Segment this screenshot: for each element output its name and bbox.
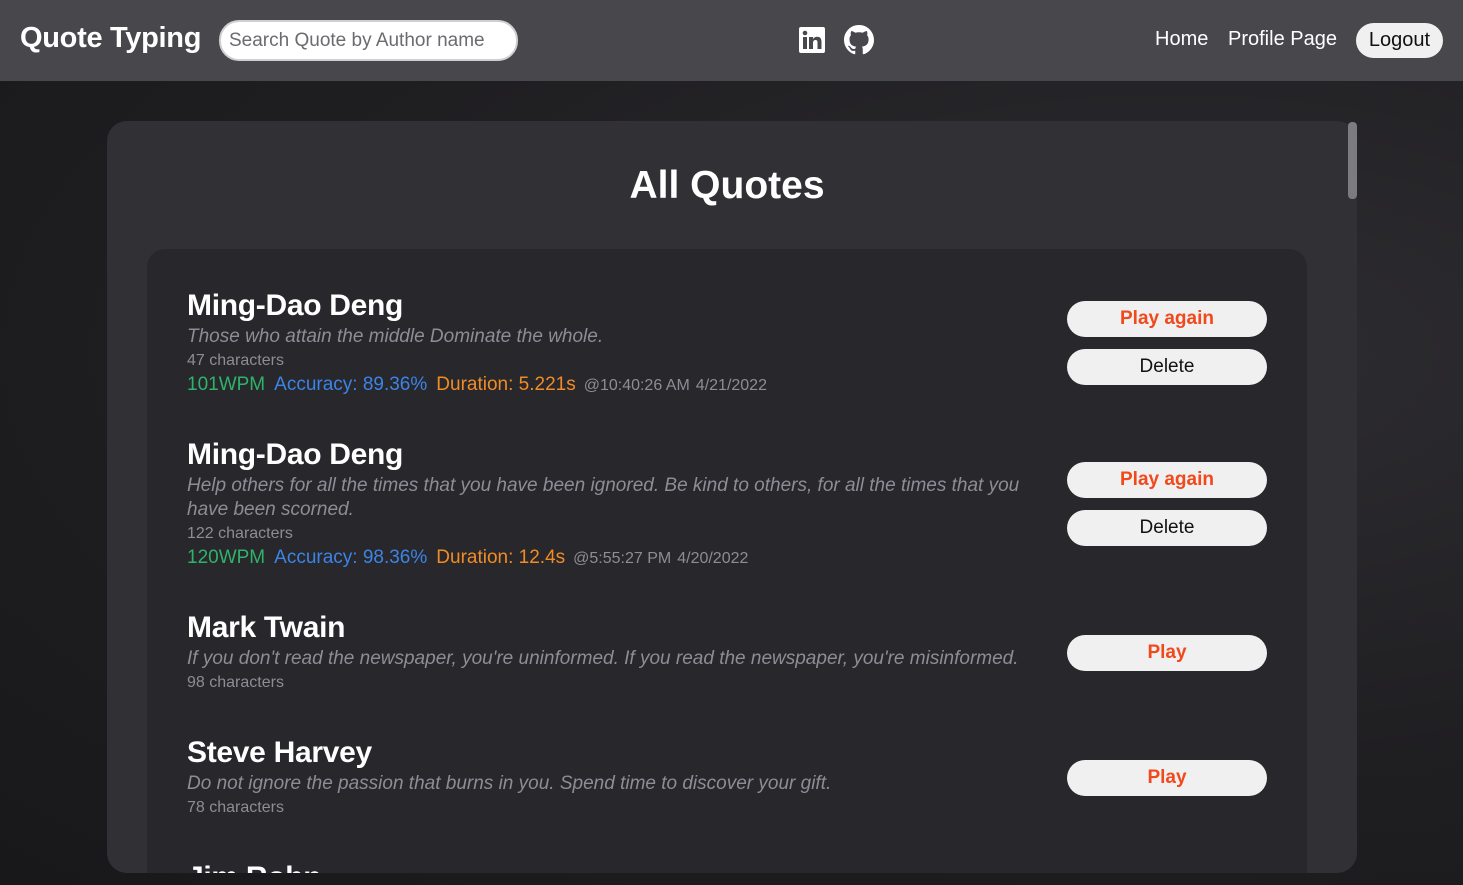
play-button[interactable]: Play	[1067, 635, 1267, 671]
quote-list: Ming-Dao Deng Those who attain the middl…	[147, 249, 1307, 873]
delete-button[interactable]: Delete	[1067, 510, 1267, 546]
played-time: @5:55:27 PM	[573, 550, 672, 567]
accuracy-stat: Accuracy: 89.36%	[274, 374, 428, 395]
nav-profile-link[interactable]: Profile Page	[1228, 28, 1337, 51]
page-title: All Quotes	[629, 164, 825, 207]
quote-text: Those who attain the middle Dominate the…	[187, 326, 604, 347]
quote-text: Help others for all the times that you h…	[187, 475, 1020, 520]
quote-item: Ming-Dao Deng Help others for all the ti…	[187, 438, 1267, 571]
duration-stat: Duration: 5.221s	[436, 374, 576, 395]
played-date: 4/20/2022	[677, 550, 749, 567]
delete-button[interactable]: Delete	[1067, 349, 1267, 385]
accuracy-stat: Accuracy: 98.36%	[274, 547, 428, 568]
duration-stat: Duration: 12.4s	[436, 547, 566, 568]
play-button[interactable]: Play	[1067, 760, 1267, 796]
quote-item: Jim Rohn	[187, 861, 1267, 873]
linkedin-icon[interactable]	[797, 24, 827, 56]
github-icon[interactable]	[844, 24, 874, 56]
quote-character-count: 78 characters	[187, 799, 284, 816]
quote-text: If you don't read the newspaper, you're …	[187, 648, 1019, 669]
brand-logo[interactable]: Quote Typing	[20, 22, 201, 55]
scrollbar-thumb[interactable]	[1348, 122, 1357, 199]
search-input[interactable]	[219, 20, 518, 61]
quotes-panel: All Quotes Ming-Dao Deng Those who attai…	[107, 121, 1357, 873]
played-time: @10:40:26 AM	[583, 377, 690, 394]
quote-stats: 120WPM Accuracy: 98.36% Duration: 12.4s @5:…	[187, 546, 1267, 571]
played-date: 4/21/2022	[695, 377, 767, 394]
wpm-stat: 120WPM	[187, 547, 266, 568]
logout-button[interactable]: Logout	[1356, 23, 1443, 58]
quote-character-count: 98 characters	[187, 674, 284, 691]
wpm-stat: 101WPM	[187, 374, 266, 395]
navbar: Quote Typing Home Profile Page Logout	[0, 0, 1463, 81]
play-again-button[interactable]: Play again	[1067, 301, 1267, 337]
quote-text: Do not ignore the passion that burns in …	[187, 773, 832, 794]
play-again-button[interactable]: Play again	[1067, 462, 1267, 498]
quote-author: Jim Rohn	[187, 861, 1267, 873]
nav-home-link[interactable]: Home	[1155, 28, 1208, 51]
